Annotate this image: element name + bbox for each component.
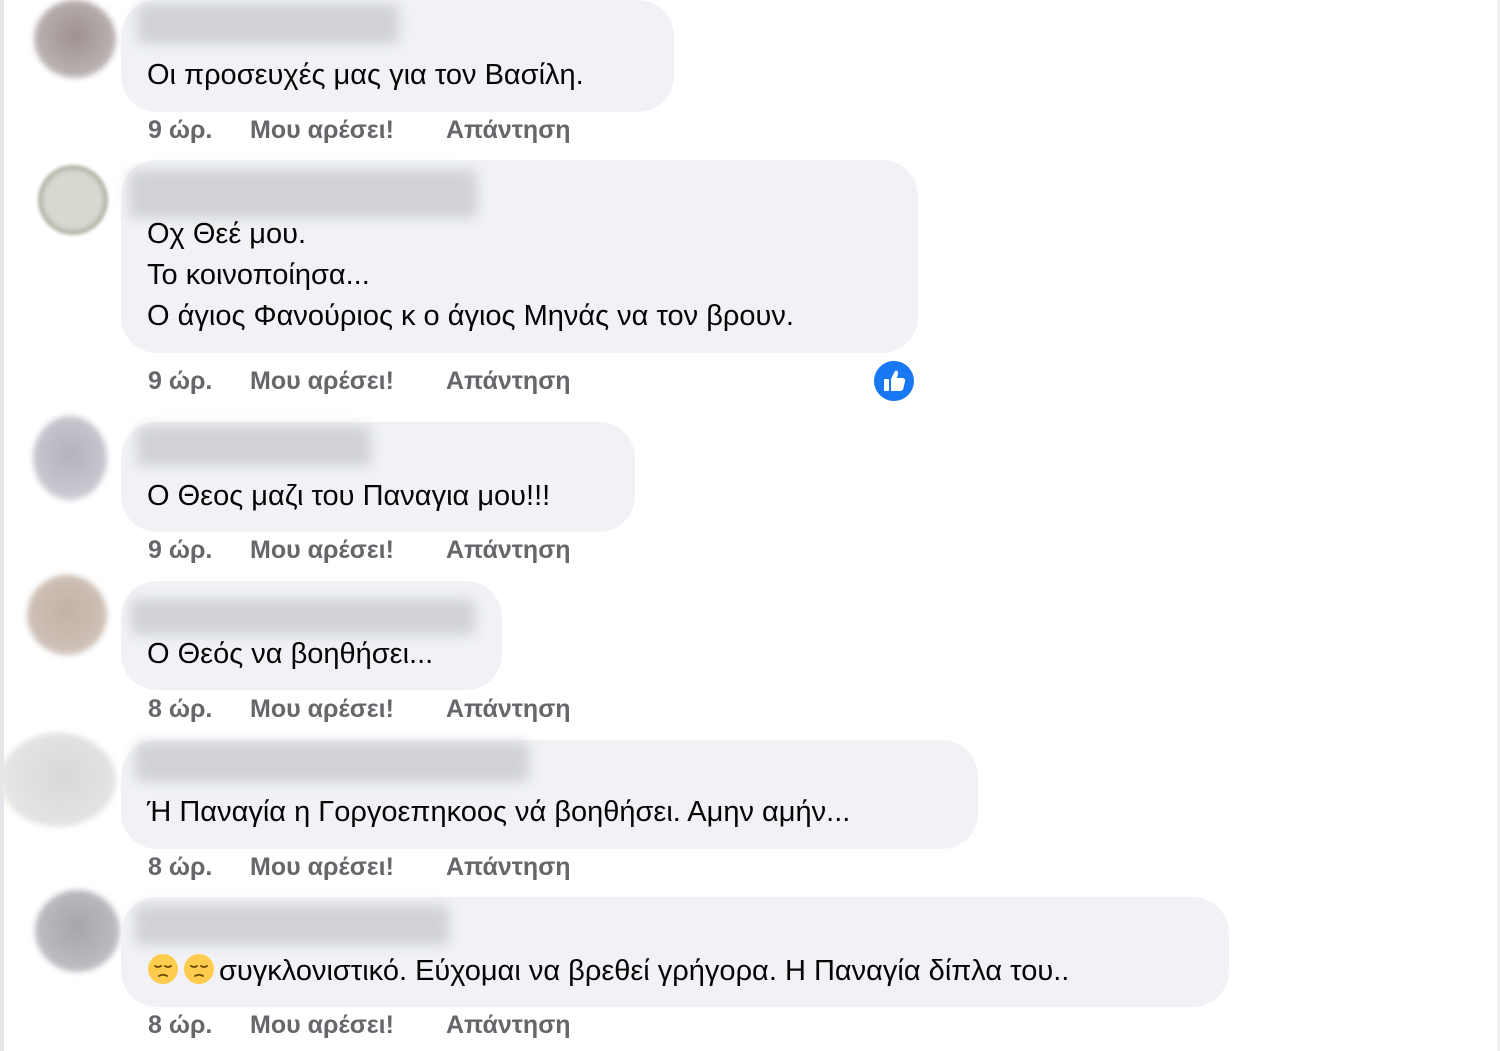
reply-button[interactable]: Απάντηση: [446, 116, 571, 145]
reply-button[interactable]: Απάντηση: [446, 367, 571, 396]
comment-time[interactable]: 9 ώρ.: [148, 116, 212, 145]
avatar[interactable]: [35, 890, 120, 972]
avatar[interactable]: [27, 575, 107, 655]
like-button[interactable]: Μου αρέσει!: [250, 536, 394, 565]
like-button[interactable]: Μου αρέσει!: [250, 1011, 394, 1040]
reply-button[interactable]: Απάντηση: [446, 1011, 571, 1040]
comment-time[interactable]: 9 ώρ.: [148, 367, 212, 396]
author-name-redacted[interactable]: [137, 4, 399, 44]
comment-bubble: Ο Θεος μαζι του Παναγια μου!!!: [121, 422, 635, 532]
comment-time[interactable]: 8 ώρ.: [148, 1011, 212, 1040]
author-name-redacted[interactable]: [135, 905, 449, 945]
pensive-face-icon: [183, 953, 215, 985]
like-button[interactable]: Μου αρέσει!: [250, 853, 394, 882]
comment-bubble: Ή Παναγία η Γοργοεπηκοος νά βοηθήσει. Αμ…: [121, 740, 978, 849]
comment-text-line: Οχ Θεέ μου.: [147, 218, 307, 250]
reply-button[interactable]: Απάντηση: [446, 536, 571, 565]
reply-button[interactable]: Απάντηση: [446, 853, 571, 882]
comment-time[interactable]: 8 ώρ.: [148, 853, 212, 882]
author-name-redacted[interactable]: [129, 170, 477, 218]
reply-button[interactable]: Απάντηση: [446, 695, 571, 724]
comment-text: Ή Παναγία η Γοργοεπηκοος νά βοηθήσει. Αμ…: [147, 796, 851, 828]
comment-text: Ο Θεος μαζι του Παναγια μου!!!: [147, 480, 551, 512]
like-reaction-icon[interactable]: [874, 361, 914, 401]
comment-text: συγκλονιστικό. Εύχομαι να βρεθεί γρήγορα…: [147, 951, 1069, 992]
comment-text-line: Το κοινοποίησα...: [147, 259, 370, 291]
like-button[interactable]: Μου αρέσει!: [250, 116, 394, 145]
comment-bubble: Οι προσευχές μας για τον Βασίλη.: [121, 0, 674, 112]
avatar[interactable]: [33, 416, 107, 500]
comment-bubble: Ο Θεός να βοηθήσει...: [121, 581, 502, 690]
avatar[interactable]: [0, 733, 116, 827]
comment-bubble: συγκλονιστικό. Εύχομαι να βρεθεί γρήγορα…: [121, 897, 1229, 1007]
like-button[interactable]: Μου αρέσει!: [250, 367, 394, 396]
pensive-face-icon: [147, 953, 179, 985]
avatar[interactable]: [38, 165, 108, 235]
left-edge-divider: [0, 0, 4, 1051]
comment-text: Οι προσευχές μας για τον Βασίλη.: [147, 59, 584, 91]
comment-text-content: συγκλονιστικό. Εύχομαι να βρεθεί γρήγορα…: [219, 955, 1070, 987]
author-name-redacted[interactable]: [131, 599, 475, 635]
comment-time[interactable]: 8 ώρ.: [148, 695, 212, 724]
comment-bubble: Οχ Θεέ μου. Το κοινοποίησα... Ο άγιος Φα…: [121, 160, 918, 353]
comment-time[interactable]: 9 ώρ.: [148, 536, 212, 565]
avatar[interactable]: [34, 0, 116, 78]
comment-text-line: Ο άγιος Φανούριος κ ο άγιος Μηνάς να τον…: [147, 300, 794, 332]
comment-text: Ο Θεός να βοηθήσει...: [147, 638, 434, 670]
author-name-redacted[interactable]: [135, 742, 529, 782]
like-button[interactable]: Μου αρέσει!: [250, 695, 394, 724]
author-name-redacted[interactable]: [137, 426, 371, 466]
